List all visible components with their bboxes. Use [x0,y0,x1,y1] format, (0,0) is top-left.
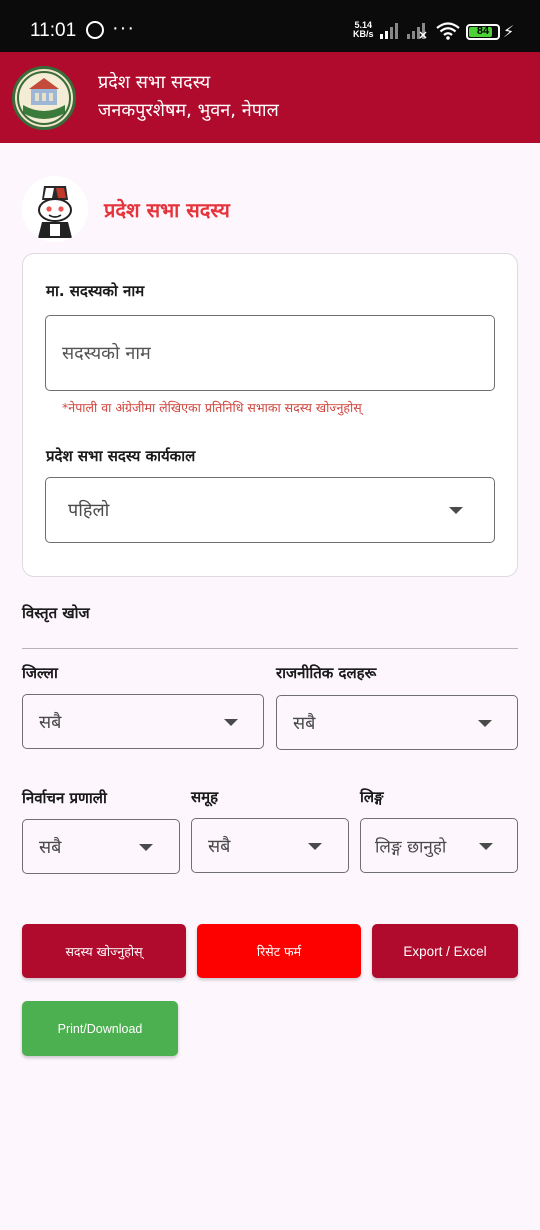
mascot-avatar [22,176,88,242]
section-title: प्रदेश सभा सदस्य [104,198,230,222]
chevron-down-icon [224,718,238,726]
party-dropdown[interactable]: सबै [276,695,518,750]
signal-icon [380,23,398,39]
whatsapp-icon [86,21,104,39]
gender-label: लिङ्ग [360,788,384,806]
battery-text: 84 [476,25,490,37]
member-name-placeholder: सदस्यको नाम [62,343,151,364]
term-dropdown[interactable]: पहिलो [45,477,495,543]
app-title: प्रदेश सभा सदस्य [98,72,211,93]
district-value: सबै [39,711,62,733]
group-label: समूह [191,788,219,806]
party-value: सबै [293,712,316,734]
network-speed: 5.14 KB/s [353,21,374,39]
export-excel-button[interactable]: Export / Excel [372,924,518,978]
name-hint: *नेपाली वा अंग्रेजीमा लेखिएका प्रतिनिधि … [62,400,362,415]
status-time: 11:01 [30,20,77,41]
gender-value: लिङ्ग छानुहो [375,837,447,857]
member-name-input[interactable]: सदस्यको नाम [45,315,495,391]
search-member-button[interactable]: सदस्य खोज्नुहोस् [22,924,186,978]
group-dropdown[interactable]: सबै [191,818,349,873]
divider [22,648,518,649]
election-system-dropdown[interactable]: सबै [22,819,180,874]
chevron-down-icon [308,842,322,850]
party-label: राजनीतिक दलहरू [276,664,377,682]
chevron-down-icon [478,719,492,727]
chevron-down-icon [479,842,493,850]
signal-2-icon [407,23,427,39]
reset-form-button[interactable]: रिसेट फर्म [197,924,361,978]
battery-icon: 84 [466,24,500,40]
election-system-value: सबै [39,836,62,858]
network-speed-unit: KB/s [353,29,374,39]
advanced-search-heading: विस्तृत खोज [22,604,90,622]
emblem-logo [12,66,76,130]
status-bar: 11:01 ··· 5.14 KB/s 84 ⚡ [0,0,540,52]
district-dropdown[interactable]: सबै [22,694,264,749]
app-subtitle: जनकपुरशेषम, भुवन, नेपाल [98,100,279,121]
group-value: सबै [208,835,231,857]
more-notifications-icon: ··· [112,17,135,39]
election-system-label: निर्वाचन प्रणाली [22,789,107,807]
wifi-icon [436,22,460,40]
chevron-down-icon [139,843,153,851]
member-name-label: मा. सदस्यको नाम [46,282,145,300]
gender-dropdown[interactable]: लिङ्ग छानुहो [360,818,518,873]
district-label: जिल्ला [22,664,58,682]
chevron-down-icon [449,507,463,514]
charging-icon: ⚡ [503,22,515,41]
print-download-button[interactable]: Print/Download [22,1001,178,1056]
term-value: पहिलो [68,500,110,521]
term-label: प्रदेश सभा सदस्य कार्यकाल [46,447,196,465]
